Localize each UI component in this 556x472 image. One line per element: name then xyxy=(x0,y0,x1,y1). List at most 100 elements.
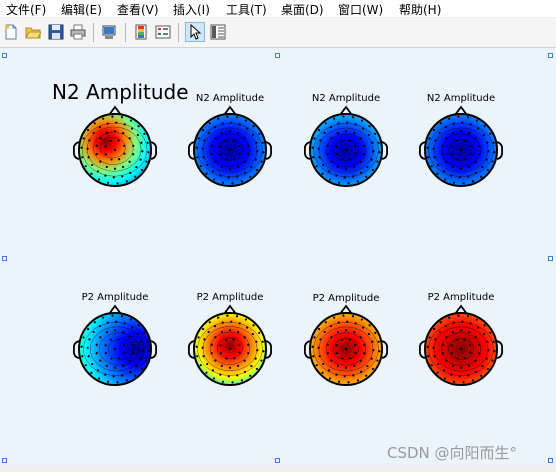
selection-handle[interactable] xyxy=(275,458,280,463)
electrode-dot xyxy=(433,355,436,358)
electrode-dot xyxy=(469,123,472,126)
electrode-dot xyxy=(252,125,255,128)
topomap-5[interactable] xyxy=(65,299,165,399)
electrode-dot xyxy=(260,359,263,362)
electrode-dot xyxy=(98,126,102,129)
electrode-dot xyxy=(433,156,436,159)
electrode-dot xyxy=(93,321,96,324)
open-file-button[interactable] xyxy=(24,23,42,41)
print-figure-button[interactable] xyxy=(69,23,87,41)
electrode-dot xyxy=(441,352,444,355)
topomap-2[interactable] xyxy=(180,100,280,200)
electrode-dot xyxy=(366,364,369,368)
insert-legend-button[interactable] xyxy=(154,23,172,41)
electrode-dot xyxy=(445,137,448,140)
topomap-1[interactable] xyxy=(65,100,165,200)
electrode-dot xyxy=(329,325,333,328)
electrode-dot xyxy=(459,366,463,369)
electrode-dot xyxy=(82,137,85,140)
selection-handle[interactable] xyxy=(2,256,7,261)
menu-bar: 文件(F) 编辑(E) 查看(V) 插入(I) 工具(T) 桌面(D) 窗口(W… xyxy=(0,0,556,17)
new-figure-button[interactable] xyxy=(2,23,20,41)
electrode-dot xyxy=(226,314,229,317)
selection-handle[interactable] xyxy=(2,458,7,463)
selection-handle[interactable] xyxy=(275,53,280,58)
electrode-dot xyxy=(443,178,447,181)
menu-desktop[interactable]: 桌面(D) xyxy=(281,1,324,18)
electrode-dot xyxy=(255,168,258,172)
electrode-dot xyxy=(371,367,374,371)
menu-insert[interactable]: 插入(I) xyxy=(173,1,210,18)
topomap-8[interactable] xyxy=(411,299,511,399)
electrode-dot xyxy=(211,369,215,372)
electrode-dot xyxy=(427,355,430,358)
electrode-dot xyxy=(118,357,121,360)
electrode-dot xyxy=(480,175,483,178)
electrode-dot xyxy=(344,347,348,351)
electrode-dot xyxy=(113,130,117,133)
menu-view[interactable]: 查看(V) xyxy=(117,1,159,18)
electrode-dot xyxy=(105,331,109,334)
electrode-dot xyxy=(90,172,93,175)
electrode-dot xyxy=(224,139,227,142)
electrode-dot xyxy=(487,150,490,153)
figure-canvas[interactable]: N2 Amplitude N2 Amplitude N2 Amplitude N… xyxy=(0,48,556,465)
electrode-dot xyxy=(249,175,252,178)
property-inspector-button[interactable] xyxy=(209,23,227,41)
electrode-dot xyxy=(140,367,143,371)
electrode-dot xyxy=(123,123,126,126)
electrode-dot xyxy=(456,158,459,161)
electrode-dot xyxy=(123,343,126,346)
electrode-dot xyxy=(442,369,446,372)
electrode-dot xyxy=(335,153,338,156)
electrode-dot xyxy=(443,377,447,380)
topomap-3[interactable] xyxy=(296,100,396,200)
menu-tools[interactable]: 工具(T) xyxy=(226,1,267,18)
topomap-4[interactable] xyxy=(411,100,511,200)
electrode-dot xyxy=(458,375,461,378)
menu-edit[interactable]: 编辑(E) xyxy=(61,1,102,18)
electrode-dot xyxy=(87,128,90,132)
cursor-arrow-icon xyxy=(190,24,202,40)
edit-plot-button[interactable] xyxy=(185,22,205,42)
menu-file[interactable]: 文件(F) xyxy=(6,1,46,18)
electrode-dot xyxy=(240,180,243,183)
save-figure-button[interactable] xyxy=(47,23,65,41)
electrode-dot xyxy=(208,122,211,125)
selection-handle[interactable] xyxy=(548,458,553,463)
electrode-dot xyxy=(115,121,118,124)
electrode-dot xyxy=(96,170,100,173)
menu-window[interactable]: 窗口(W) xyxy=(338,1,383,18)
topomap-6[interactable] xyxy=(180,299,280,399)
electrode-dot xyxy=(260,160,263,163)
electrode-dot xyxy=(359,336,362,339)
electrode-dot xyxy=(371,340,374,343)
electrode-dot xyxy=(432,346,435,349)
electrode-dot xyxy=(376,160,379,163)
electrode-dot xyxy=(104,153,107,156)
electrode-dot xyxy=(321,172,324,175)
selection-handle[interactable] xyxy=(548,53,553,58)
electrode-dot xyxy=(352,175,355,178)
selection-handle[interactable] xyxy=(548,256,553,261)
electrode-dot xyxy=(428,336,431,339)
link-plot-button[interactable] xyxy=(100,23,118,41)
electrode-dot xyxy=(139,357,142,360)
electrode-dot xyxy=(318,156,321,159)
electrode-dot xyxy=(341,158,344,161)
menu-help[interactable]: 帮助(H) xyxy=(399,1,441,18)
electrode-dot xyxy=(205,371,208,374)
electrode-dot xyxy=(359,160,362,163)
electrode-dot xyxy=(221,181,225,184)
electrode-dot xyxy=(363,352,366,355)
insert-colorbar-button[interactable] xyxy=(132,23,150,41)
electrode-dot xyxy=(428,137,431,140)
electrode-dot xyxy=(439,321,442,324)
electrode-dot xyxy=(99,160,102,163)
electrode-dot xyxy=(227,375,230,378)
electrode-dot xyxy=(478,352,481,355)
electrode-dot xyxy=(104,373,107,376)
electrode-dot xyxy=(464,158,467,161)
selection-handle[interactable] xyxy=(2,53,7,58)
topomap-7[interactable] xyxy=(296,299,396,399)
